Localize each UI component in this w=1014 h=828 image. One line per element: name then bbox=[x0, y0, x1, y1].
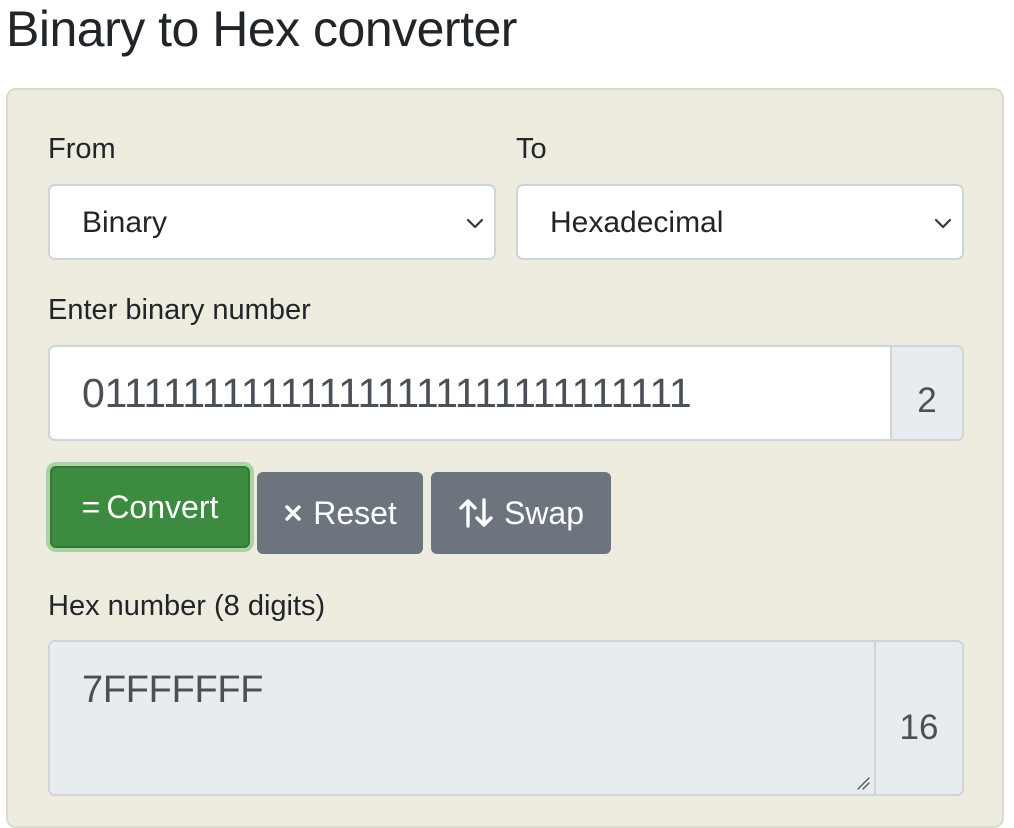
to-label: To bbox=[516, 133, 547, 165]
input-base-label: 2 bbox=[917, 381, 937, 420]
to-select-value: Hexadecimal bbox=[550, 206, 724, 239]
hex-output-group: 7FFFFFFF 16 bbox=[48, 640, 964, 796]
binary-input[interactable]: 0111111111111111111111111111111 bbox=[50, 347, 892, 439]
output-base-label: 16 bbox=[899, 708, 939, 747]
hex-output-value: 7FFFFFFF bbox=[82, 669, 264, 711]
input-label: Enter binary number bbox=[48, 294, 311, 326]
equals-icon: = bbox=[81, 489, 101, 525]
hex-output[interactable]: 7FFFFFFF bbox=[50, 642, 876, 794]
reset-button-label: Reset bbox=[313, 495, 397, 531]
chevron-down-icon bbox=[934, 218, 952, 229]
from-select[interactable]: Binary bbox=[48, 184, 496, 260]
from-select-value: Binary bbox=[82, 206, 168, 239]
swap-button[interactable]: Swap bbox=[431, 472, 611, 554]
swap-button-label: Swap bbox=[503, 495, 585, 531]
to-select[interactable]: Hexadecimal bbox=[516, 184, 964, 260]
resize-grip-icon[interactable] bbox=[856, 776, 870, 790]
output-base-addon: 16 bbox=[876, 642, 962, 794]
binary-input-group: 0111111111111111111111111111111 2 bbox=[48, 345, 964, 441]
x-icon bbox=[283, 503, 303, 523]
output-label: Hex number (8 digits) bbox=[48, 590, 326, 622]
swap-arrows-icon bbox=[458, 496, 494, 530]
converter-panel: From Binary To Hexadecimal Enter binary … bbox=[6, 88, 1004, 828]
convert-button[interactable]: = Convert bbox=[50, 466, 250, 548]
convert-button-label: Convert bbox=[106, 489, 219, 525]
reset-button[interactable]: Reset bbox=[257, 472, 423, 554]
input-base-addon: 2 bbox=[892, 347, 962, 439]
binary-input-value: 0111111111111111111111111111111 bbox=[82, 370, 692, 416]
from-label: From bbox=[48, 133, 116, 165]
chevron-down-icon bbox=[466, 218, 484, 229]
page-title: Binary to Hex converter bbox=[6, 1, 517, 57]
